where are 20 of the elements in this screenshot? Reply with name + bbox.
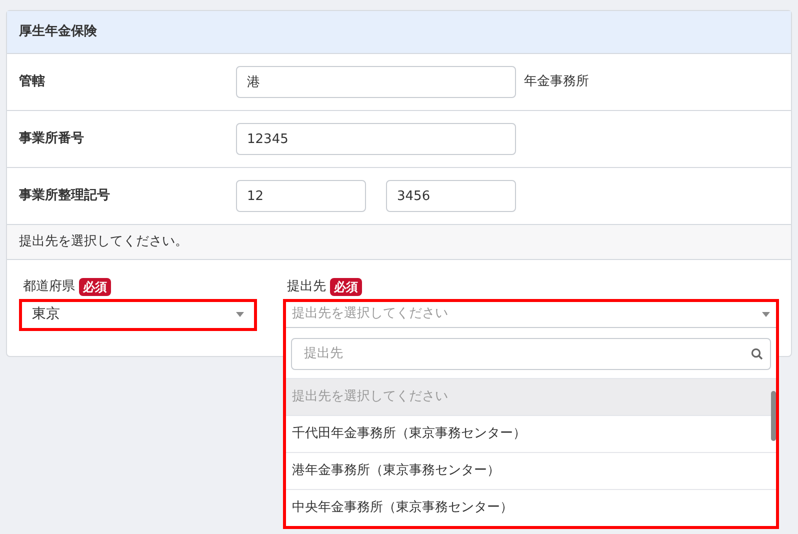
input-field[interactable]: 12345	[236, 123, 516, 155]
required-badge: 必須	[79, 278, 111, 296]
input-field[interactable]: 3456	[386, 180, 516, 212]
suffix-text: 年金事務所	[524, 73, 589, 92]
field-label: 事業所番号	[18, 130, 85, 148]
field-label: 都道府県	[23, 278, 75, 296]
input-field[interactable]: 港	[236, 66, 516, 98]
field-label: 管轄	[18, 73, 46, 92]
input-field[interactable]: 12	[236, 180, 366, 212]
notice-bar: 提出先を選択してください。	[7, 225, 791, 260]
caret-icon	[762, 312, 770, 316]
section-header: 厚生年金保険	[7, 11, 791, 54]
field-label: 事業所整理記号	[18, 187, 111, 206]
search-icon	[751, 348, 763, 360]
caret-icon	[236, 312, 244, 317]
search-field[interactable]: 提出先	[291, 338, 771, 370]
required-badge: 必須	[330, 278, 362, 296]
scrollbar-thumb	[771, 390, 776, 440]
field-label: 提出先	[287, 278, 326, 296]
prefecture-select[interactable]: 東京	[19, 298, 257, 330]
